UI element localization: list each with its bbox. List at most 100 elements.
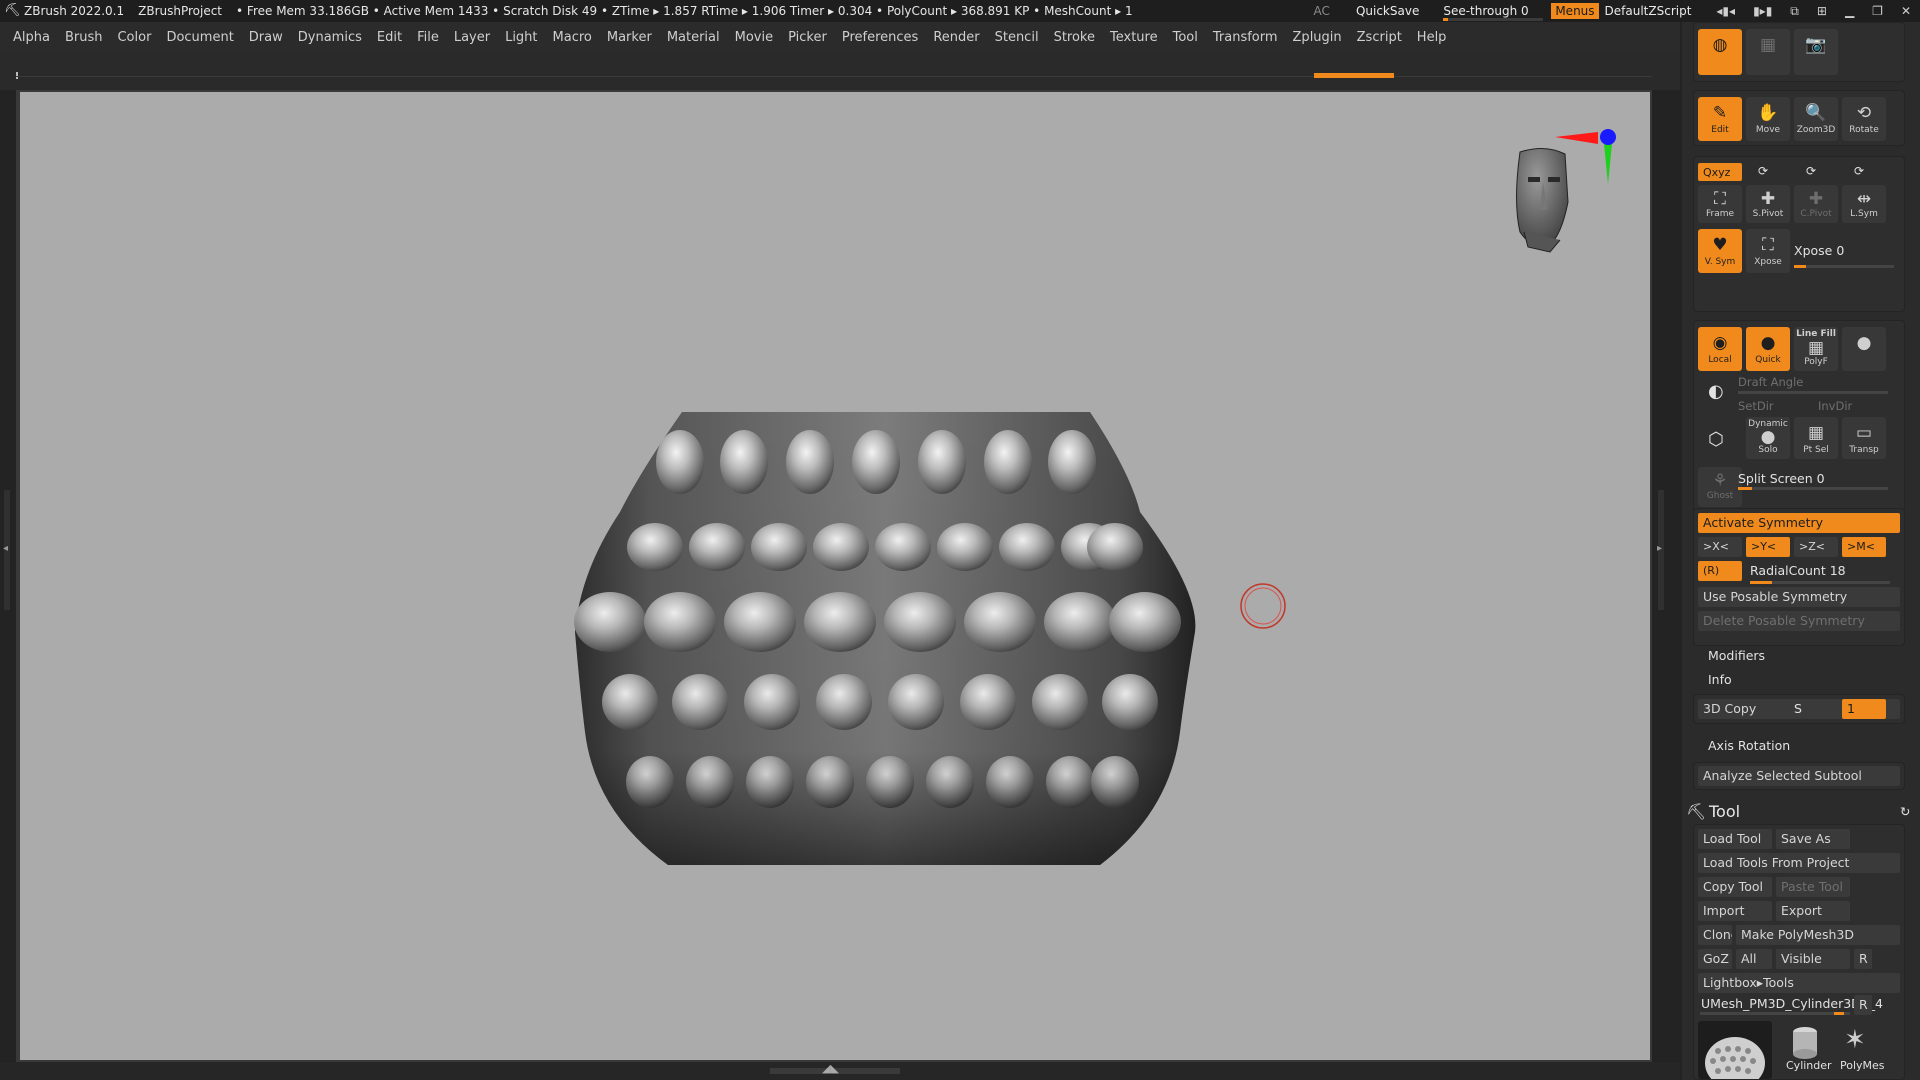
import-button[interactable]: Import bbox=[1698, 901, 1772, 921]
ghost-button[interactable]: ⚘ Ghost bbox=[1698, 467, 1742, 507]
menu-macro[interactable]: Macro bbox=[553, 30, 592, 45]
menu-light[interactable]: Light bbox=[505, 30, 537, 45]
sym-z-button[interactable]: >Z< bbox=[1794, 537, 1838, 557]
delete-posable-symmetry-button[interactable]: Delete Posable Symmetry bbox=[1698, 611, 1900, 631]
radial-count-slider[interactable]: RadialCount 18 bbox=[1750, 563, 1846, 578]
ac-label[interactable]: AC bbox=[1314, 4, 1330, 18]
activate-symmetry-button[interactable]: Activate Symmetry bbox=[1698, 513, 1900, 533]
rotate-button[interactable]: ⟲ Rotate bbox=[1842, 97, 1886, 141]
export-button[interactable]: Export bbox=[1776, 901, 1850, 921]
solo-button[interactable]: Dynamic ● Solo bbox=[1746, 417, 1790, 459]
bottom-tray-arrows-icon[interactable]: ◢◣ bbox=[822, 1062, 839, 1075]
menu-texture[interactable]: Texture bbox=[1110, 30, 1158, 45]
menu-preferences[interactable]: Preferences bbox=[842, 30, 918, 45]
goz-r-button[interactable]: R bbox=[1854, 949, 1872, 969]
invdir-button[interactable]: InvDir bbox=[1818, 399, 1852, 413]
copy3d-value[interactable]: 1 bbox=[1842, 699, 1886, 719]
sym-x-button[interactable]: >X< bbox=[1698, 537, 1742, 557]
split-screen-slider[interactable]: Split Screen 0 bbox=[1738, 471, 1825, 486]
current-tool-thumbnail[interactable] bbox=[1698, 1021, 1772, 1080]
menu-stencil[interactable]: Stencil bbox=[995, 30, 1039, 45]
sym-y-button[interactable]: >Y< bbox=[1746, 537, 1790, 557]
edit-button[interactable]: ✎ Edit bbox=[1698, 97, 1742, 141]
floor-orange-icon[interactable]: ◍ bbox=[1698, 29, 1742, 75]
save-as-button[interactable]: Save As bbox=[1776, 829, 1850, 849]
y-rotation-icon[interactable]: ⟳ bbox=[1758, 164, 1768, 178]
camera-icon[interactable]: 📷 bbox=[1794, 29, 1838, 75]
layout-prev-icon[interactable]: ◂▮◂ bbox=[1716, 4, 1735, 18]
polyf-button[interactable]: Line Fill ▦ PolyF bbox=[1794, 327, 1838, 371]
right-tray-arrow-icon[interactable]: ▸ bbox=[1657, 543, 1662, 554]
menu-zplugin[interactable]: Zplugin bbox=[1293, 30, 1342, 45]
lsym-button[interactable]: ⇹ L.Sym bbox=[1842, 185, 1886, 223]
palette-reset-icon[interactable]: ↻ bbox=[1900, 804, 1910, 819]
contrast-icon[interactable]: ◐ bbox=[1708, 381, 1724, 402]
paste-tool-button[interactable]: Paste Tool bbox=[1776, 877, 1850, 897]
spivot-button[interactable]: ✚ S.Pivot bbox=[1746, 185, 1790, 223]
layout-next-icon[interactable]: ▮▸▮ bbox=[1753, 4, 1772, 18]
load-tools-from-project-button[interactable]: Load Tools From Project bbox=[1698, 853, 1900, 873]
make-polymesh3d-button[interactable]: Make PolyMesh3D bbox=[1736, 925, 1900, 945]
polymesh-star-icon[interactable]: ✶ bbox=[1844, 1025, 1866, 1055]
z-rotation-icon[interactable]: ⟳ bbox=[1806, 164, 1816, 178]
clone-button[interactable]: Clone bbox=[1698, 925, 1732, 945]
modifiers-header[interactable]: Modifiers bbox=[1708, 648, 1765, 663]
load-tool-button[interactable]: Load Tool bbox=[1698, 829, 1772, 849]
menu-render[interactable]: Render bbox=[933, 30, 979, 45]
axis-rotation-header[interactable]: Axis Rotation bbox=[1708, 738, 1790, 753]
frame-button[interactable]: ⛶ Frame bbox=[1698, 185, 1742, 223]
setdir-button[interactable]: SetDir bbox=[1738, 399, 1774, 413]
draft-angle-slider[interactable]: Draft Angle bbox=[1738, 375, 1803, 389]
shelf-scroll-indicator[interactable] bbox=[1314, 73, 1394, 78]
menu-help[interactable]: Help bbox=[1417, 30, 1447, 45]
transp-button[interactable]: ▭ Transp bbox=[1842, 417, 1886, 459]
edit-doc-icon[interactable]: ▦ bbox=[1746, 29, 1790, 75]
lightbox-tools-button[interactable]: Lightbox▸Tools bbox=[1698, 973, 1900, 993]
free-rotation-icon[interactable]: ⟳ bbox=[1854, 164, 1864, 178]
goz-button[interactable]: GoZ bbox=[1698, 949, 1732, 969]
cpivot-button[interactable]: ✚ C.Pivot bbox=[1794, 185, 1838, 223]
copy-tool-button[interactable]: Copy Tool bbox=[1698, 877, 1772, 897]
goz-visible-button[interactable]: Visible bbox=[1776, 949, 1850, 969]
radial-r-button[interactable]: (R) bbox=[1698, 561, 1742, 581]
see-through-slider[interactable]: See-through 0 bbox=[1443, 4, 1544, 21]
tool-r-button[interactable]: R bbox=[1854, 995, 1872, 1015]
move-button[interactable]: ✋ Move bbox=[1746, 97, 1790, 141]
menu-tool[interactable]: Tool bbox=[1173, 30, 1198, 45]
menu-alpha[interactable]: Alpha bbox=[13, 30, 50, 45]
menu-color[interactable]: Color bbox=[117, 30, 151, 45]
xpose-button[interactable]: ⛶ Xpose bbox=[1746, 229, 1790, 273]
material-sphere-icon[interactable]: ● bbox=[1842, 327, 1886, 371]
menu-layer[interactable]: Layer bbox=[454, 30, 490, 45]
maximize-icon[interactable]: ❐ bbox=[1872, 4, 1883, 18]
left-tray-arrow-icon[interactable]: ◂ bbox=[3, 543, 8, 554]
layout-window-icon[interactable]: ⧉ bbox=[1790, 4, 1799, 19]
cube-icon[interactable]: ⬡ bbox=[1708, 429, 1724, 450]
menu-marker[interactable]: Marker bbox=[607, 30, 652, 45]
menu-dynamics[interactable]: Dynamics bbox=[298, 30, 362, 45]
menu-document[interactable]: Document bbox=[166, 30, 233, 45]
xpose-slider-label[interactable]: Xpose 0 bbox=[1794, 243, 1844, 258]
tool-pin-icon[interactable]: ⛏ bbox=[1686, 802, 1706, 821]
ptsel-button[interactable]: ▦ Pt Sel bbox=[1794, 417, 1838, 459]
menu-zscript[interactable]: Zscript bbox=[1357, 30, 1402, 45]
menu-brush[interactable]: Brush bbox=[65, 30, 103, 45]
minimize-icon[interactable]: ▁ bbox=[1845, 4, 1854, 18]
xyz-rotation-button[interactable]: Qxyz bbox=[1698, 163, 1742, 181]
quick-button[interactable]: ● Quick bbox=[1746, 327, 1790, 371]
zoom3d-button[interactable]: 🔍 Zoom3D bbox=[1794, 97, 1838, 141]
menu-draw[interactable]: Draw bbox=[249, 30, 283, 45]
menu-stroke[interactable]: Stroke bbox=[1054, 30, 1095, 45]
analyze-subtool-button[interactable]: Analyze Selected Subtool bbox=[1698, 766, 1900, 786]
goz-all-button[interactable]: All bbox=[1736, 949, 1772, 969]
menus-toggle-button[interactable]: Menus bbox=[1551, 3, 1599, 19]
quicksave-button[interactable]: QuickSave bbox=[1356, 4, 1419, 18]
menu-transform[interactable]: Transform bbox=[1213, 30, 1278, 45]
tool-palette-title[interactable]: Tool bbox=[1709, 802, 1740, 821]
local-button[interactable]: ◉ Local bbox=[1698, 327, 1742, 371]
vsym-button[interactable]: ♥ V. Sym bbox=[1698, 229, 1742, 273]
default-zscript-button[interactable]: DefaultZScript bbox=[1605, 4, 1692, 18]
layout-grid-icon[interactable]: ⊞ bbox=[1817, 4, 1827, 18]
use-posable-symmetry-button[interactable]: Use Posable Symmetry bbox=[1698, 587, 1900, 607]
document-canvas[interactable] bbox=[20, 92, 1650, 1060]
